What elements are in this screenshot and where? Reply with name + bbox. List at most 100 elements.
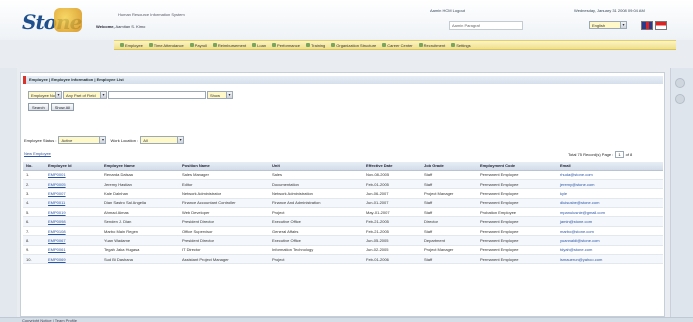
english-flag-icon[interactable]	[641, 21, 653, 30]
table-cell[interactable]: mpanulusnie@gmail.com	[557, 207, 663, 218]
table-cell[interactable]: EMP0019	[45, 207, 101, 218]
search-match-select[interactable]: Any Part of Field ▾	[63, 91, 107, 99]
table-cell: Staff	[421, 226, 477, 237]
status-filter-row: Employee Status : Active ▾ Work Location …	[24, 136, 185, 144]
menu-item-career-center[interactable]: Career Center	[382, 43, 413, 48]
table-cell[interactable]: ismauerun@yahoo.com	[557, 254, 663, 265]
search-button[interactable]: Search	[28, 103, 49, 111]
table-cell: Jeremy Hastian	[101, 179, 179, 190]
table-cell[interactable]: EMP0098	[45, 216, 101, 227]
career-icon	[382, 43, 387, 47]
menu-item-recruitment[interactable]: Recruitment	[418, 43, 445, 48]
table-cell: 9.	[23, 245, 45, 256]
collapse-icon[interactable]	[675, 78, 685, 88]
menu-item-training[interactable]: Training	[305, 43, 325, 48]
table-row[interactable]: 8. EMP0067 Yuan Wadame President Director Ex…	[23, 235, 663, 246]
table-cell[interactable]: jamin@stone.com	[557, 216, 663, 227]
column-header[interactable]: Unit	[269, 162, 363, 171]
column-header[interactable]: Position Name	[179, 162, 269, 171]
table-cell: Permanent Employee	[477, 254, 557, 265]
search-filter-row: Employee No ▾ Any Part of Field ▾ Show ▾	[28, 91, 233, 99]
menu-item-employee[interactable]: Employee	[120, 43, 143, 48]
table-cell: Documentation	[269, 179, 363, 190]
table-cell: Feb-01-2006	[363, 254, 421, 265]
search-field-select[interactable]: Employee No ▾	[28, 91, 62, 99]
tagline: Human Resource Information System	[118, 12, 185, 17]
table-cell[interactable]: EMP0011	[45, 198, 101, 209]
user-info[interactable]: Aamin HCM Logout	[430, 8, 465, 13]
table-cell: Permanent Employee	[477, 188, 557, 199]
table-cell[interactable]: EMP0069	[45, 254, 101, 265]
menu-item-performance[interactable]: Performance	[272, 43, 300, 48]
table-row[interactable]: 5. EMP0019 Ahmad Aimas Web Developer Project…	[23, 207, 663, 218]
table-cell[interactable]: tdyah@stone.com	[557, 245, 663, 256]
table-cell[interactable]: marbo@stone.com	[557, 226, 663, 237]
table-row[interactable]: 7. EMP0108 Marbo Main Regen Office Supervis…	[23, 226, 663, 237]
show-all-button[interactable]: Show All	[50, 103, 75, 111]
table-cell[interactable]: kyle	[557, 188, 663, 199]
employee-status-select[interactable]: Active ▾	[58, 136, 107, 144]
header-search-input[interactable]: Aamin Paragraf	[449, 21, 523, 30]
table-cell[interactable]: EMP0001	[45, 170, 101, 180]
indonesian-flag-icon[interactable]	[655, 21, 667, 30]
menu-item-settings[interactable]: Settings	[451, 43, 471, 48]
table-row[interactable]: 10. EMP0069 Sud Bi Dashana Assistant Projec…	[23, 254, 663, 265]
table-cell[interactable]: EMP0067	[45, 235, 101, 246]
search-keyword-input[interactable]	[108, 91, 206, 99]
table-cell[interactable]: dluisusbe@stone.com	[557, 198, 663, 209]
table-cell[interactable]: EMP0007	[45, 188, 101, 199]
table-row[interactable]: 2. EMP0005 Jeremy Hastian Editor Documentati…	[23, 179, 663, 190]
table-cell[interactable]: jeremy@stone.com	[557, 179, 663, 190]
chevron-down-icon: ▾	[99, 137, 106, 143]
column-header[interactable]: Effective Date	[363, 162, 421, 171]
search-show-select[interactable]: Show ▾	[207, 91, 233, 99]
logo-swoosh-icon	[54, 8, 82, 32]
menu-item-loan[interactable]: Loan	[252, 43, 266, 48]
work-location-label: Work Location :	[110, 137, 139, 143]
table-cell: 10.	[23, 254, 45, 265]
help-icon[interactable]	[675, 94, 685, 104]
column-header[interactable]: Email	[557, 162, 663, 171]
table-cell: 8.	[23, 235, 45, 246]
page-number-select[interactable]: 1	[615, 151, 624, 158]
menu-item-organization[interactable]: Organization Structure	[331, 43, 376, 48]
language-value: English	[592, 23, 606, 28]
table-cell[interactable]: EMP0108	[45, 226, 101, 237]
table-cell: Information Technology	[269, 245, 363, 256]
table-cell[interactable]: EMP0061	[45, 245, 101, 256]
performance-icon	[272, 43, 277, 47]
table-cell: Staff	[421, 207, 477, 218]
table-cell: May-01-2007	[363, 207, 421, 218]
table-cell: Jun-05-2005	[363, 235, 421, 246]
menu-item-reimbursement[interactable]: Reimbursement	[212, 43, 246, 48]
new-employee-link[interactable]: New Employee	[24, 151, 51, 156]
menu-item-time-attendance[interactable]: Time Attendance	[148, 43, 184, 48]
column-header[interactable]: Job Grade	[421, 162, 477, 171]
column-header[interactable]: Employee Name	[101, 162, 179, 171]
table-row[interactable]: 1. EMP0001 Renarda Dalsaa Sales Manager Sale…	[23, 170, 663, 180]
column-header[interactable]: Employment Code	[477, 162, 557, 171]
column-header[interactable]: No.	[23, 162, 45, 171]
table-cell: Editor	[179, 179, 269, 190]
column-header[interactable]: Employee Id	[45, 162, 101, 171]
table-cell: Office Supervisor	[179, 226, 269, 237]
company-logo[interactable]: Stone	[22, 8, 82, 36]
table-row[interactable]: 3. EMP0007 Kale Dalnhan Network Administrat…	[23, 188, 663, 199]
table-cell[interactable]: rhuda@stone.com	[557, 170, 663, 180]
table-cell: Sud Bi Dashana	[101, 254, 179, 265]
table-row[interactable]: 4. EMP0011 Dian Sastro Sal Angelia Finance …	[23, 198, 663, 209]
language-select[interactable]: English ▾	[589, 21, 627, 29]
training-icon	[305, 43, 310, 47]
table-row[interactable]: 6. EMP0098 Senden J. Dian President Directo…	[23, 216, 663, 227]
table-row[interactable]: 9. EMP0061 Tegah Jaka Hugasa IT Director Inf…	[23, 245, 663, 256]
table-cell[interactable]: yuannaldi@stone.com	[557, 235, 663, 246]
table-cell: President Director	[179, 216, 269, 227]
work-location-select[interactable]: All ▾	[140, 136, 185, 144]
pagination: Total 75 Record(s) Page : 1 of 8	[568, 151, 632, 158]
table-cell: Project	[269, 207, 363, 218]
menu-item-payroll[interactable]: Payroll	[189, 43, 207, 48]
table-cell: Staff	[421, 179, 477, 190]
recruitment-icon	[418, 43, 423, 47]
table-cell[interactable]: EMP0005	[45, 179, 101, 190]
table-cell: Assistant Project Manager	[179, 254, 269, 265]
